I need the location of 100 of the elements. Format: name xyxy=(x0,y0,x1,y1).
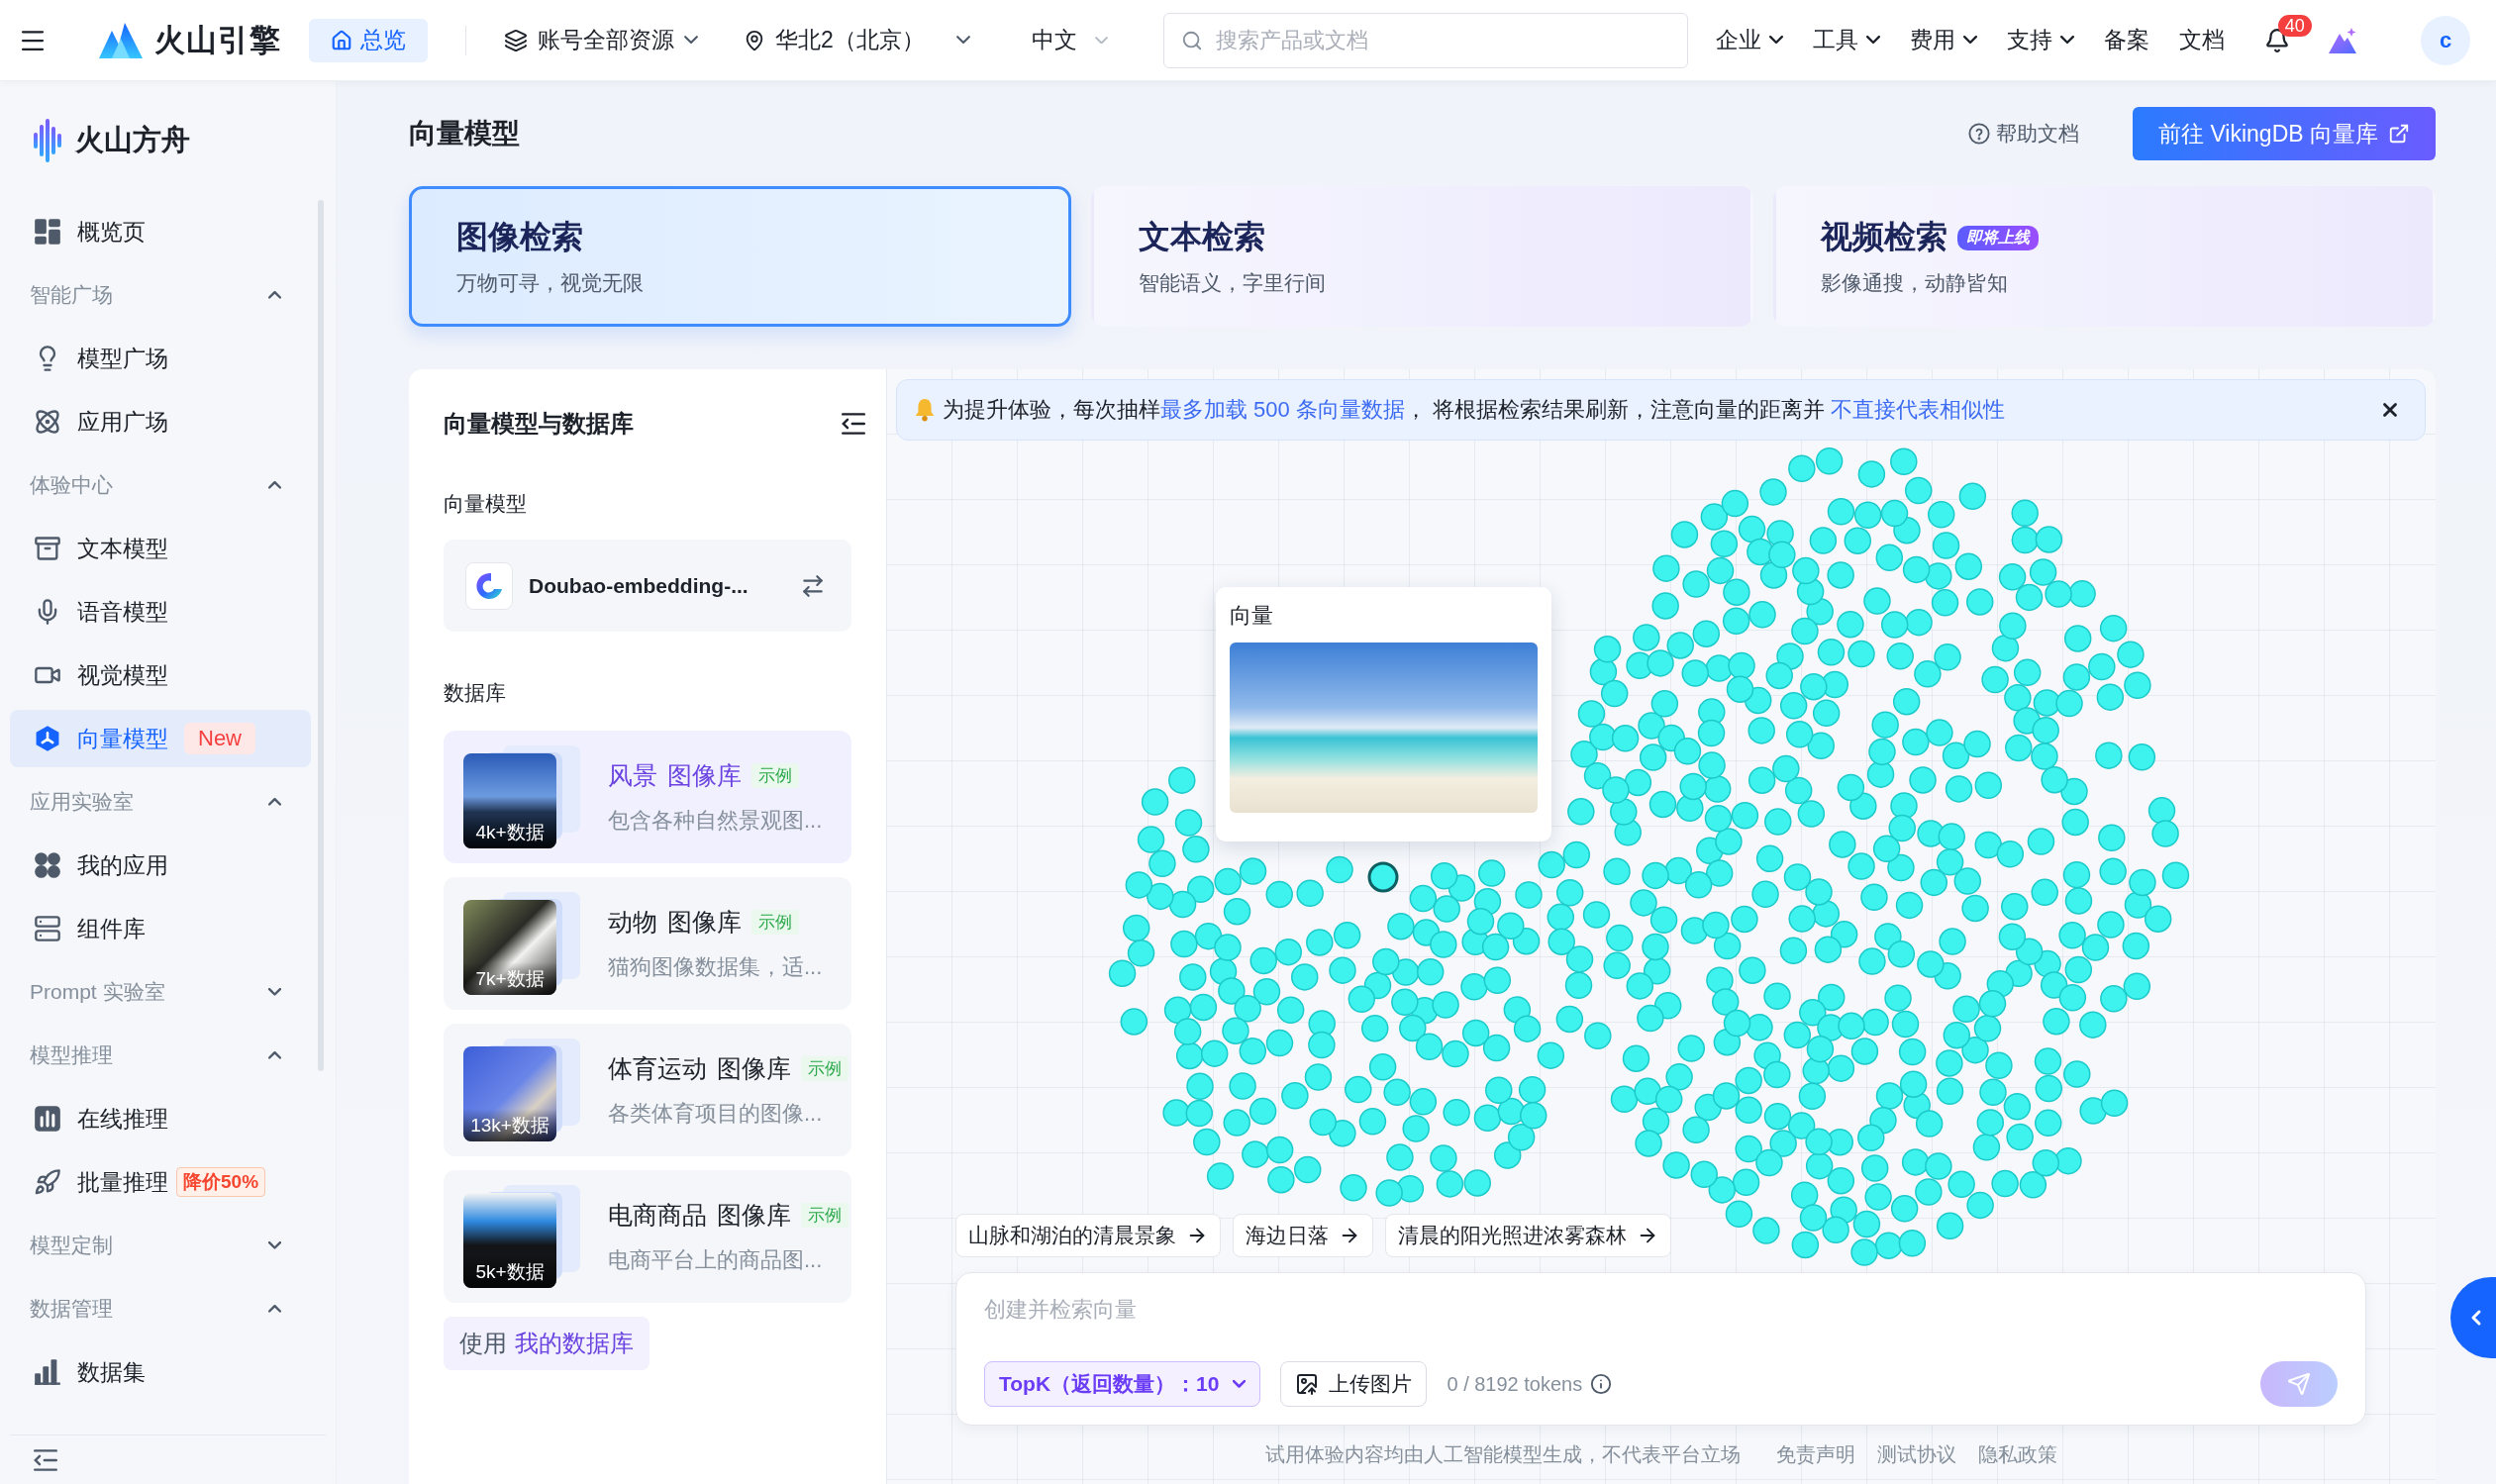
use-my-database-button[interactable]: 使用 我的数据库 xyxy=(444,1317,649,1370)
search-mode-card[interactable]: 图像检索 万物可寻，视觉无限 xyxy=(409,186,1071,327)
database-name: 电商商品 xyxy=(608,1199,707,1231)
database-description: 各类体育项目的图像... xyxy=(608,1099,823,1128)
search-mode-card[interactable]: 文本检索 智能语义，字里行间 xyxy=(1091,186,1753,327)
sidebar-item[interactable]: 语音模型 xyxy=(10,583,311,641)
page-title: 向量模型 xyxy=(409,117,520,150)
chevron-down-icon xyxy=(955,36,970,45)
home-icon xyxy=(331,29,352,51)
top-menu-dropdown[interactable]: 企业 xyxy=(1715,25,1783,55)
sidebar-scrollbar[interactable] xyxy=(318,200,324,1071)
vikingdb-button[interactable]: 前往 VikingDB 向量库 xyxy=(2133,107,2436,160)
account-scope-dropdown[interactable]: 账号全部资源 xyxy=(504,25,698,55)
sidebar-item[interactable]: 数据集 xyxy=(10,1343,311,1401)
query-input[interactable]: 创建并检索向量 xyxy=(984,1293,1578,1327)
database-card[interactable]: 4k+数据 风景 图像库 示例 包含各种自然景观图... xyxy=(444,731,851,863)
database-card[interactable]: 7k+数据 动物 图像库 示例 猫狗图像数据集，适... xyxy=(444,877,851,1010)
sidebar-item[interactable]: 概览页 xyxy=(10,203,311,260)
archive-box-icon xyxy=(34,535,61,562)
sidebar-item[interactable]: 批量推理 降价50% xyxy=(10,1153,311,1211)
bar-chart-icon xyxy=(34,1105,61,1133)
disclaimer-note: 试用体验内容均由人工智能模型生成，不代表平台立场 xyxy=(1264,1442,1741,1467)
region-dropdown[interactable]: 华北2（北京） xyxy=(744,25,970,55)
swap-arrows-icon xyxy=(800,572,826,599)
help-docs-link[interactable]: 帮助文档 xyxy=(1968,120,2080,148)
layers-icon xyxy=(504,28,528,52)
database-name: 风景 xyxy=(608,759,657,791)
top-menu-dropdown[interactable]: 工具 xyxy=(1812,25,1880,55)
chevron-down-icon xyxy=(1768,36,1783,45)
search-icon xyxy=(1180,29,1203,51)
sidebar-item[interactable]: 在线推理 xyxy=(10,1090,311,1147)
database-type: 图像库 xyxy=(717,1199,791,1231)
user-avatar[interactable]: c xyxy=(2421,15,2470,65)
external-link-icon xyxy=(2388,123,2410,145)
sidebar-item[interactable]: 文本模型 xyxy=(10,520,311,577)
suggestion-chip[interactable]: 海边日落 xyxy=(1233,1214,1373,1257)
model-label: 向量模型 xyxy=(444,491,527,517)
suggestion-chip[interactable]: 山脉和湖泊的清晨景象 xyxy=(955,1214,1221,1257)
brand-name: 火山引擎 xyxy=(154,21,281,59)
panel-title: 向量模型与数据库 xyxy=(444,409,634,439)
atom-icon xyxy=(34,408,61,436)
language-dropdown[interactable]: 中文 xyxy=(1031,25,1108,55)
suggestion-chip[interactable]: 清晨的阳光照进浓雾森林 xyxy=(1385,1214,1671,1257)
model-selector[interactable]: Doubao-embedding-... xyxy=(444,540,851,632)
database-type: 图像库 xyxy=(717,1052,791,1084)
four-circles-icon xyxy=(34,851,61,879)
token-count: 0 / 8192 tokens xyxy=(1447,1372,1583,1396)
sidebar-item[interactable]: 模型广场 xyxy=(10,330,311,387)
collapse-sidebar-icon[interactable] xyxy=(34,1448,57,1471)
search-field[interactable]: 搜索产品或文档 xyxy=(1162,12,1688,68)
collapse-panel-icon[interactable] xyxy=(842,413,865,435)
mode-subtitle: 万物可寻，视觉无限 xyxy=(456,270,645,296)
top-menu-dropdown[interactable]: 支持 xyxy=(2006,25,2074,55)
server-icon xyxy=(34,915,61,942)
chevron-down-icon xyxy=(2059,36,2074,45)
chevron-down-icon xyxy=(1962,36,1977,45)
top-menu-link[interactable]: 备案 xyxy=(2103,25,2149,55)
database-label: 数据库 xyxy=(444,680,506,706)
sidebar-item[interactable]: 组件库 xyxy=(10,900,311,957)
example-tag: 示例 xyxy=(801,1055,849,1081)
database-description: 猫狗图像数据集，适... xyxy=(608,952,823,981)
dashboard-icon xyxy=(34,218,61,246)
discount-tag: 降价50% xyxy=(176,1167,266,1197)
top-menu-dropdown[interactable]: 费用 xyxy=(1909,25,1977,55)
search-mode-card[interactable]: 视频检索 即将上线 影像通搜，动静皆知 xyxy=(1773,186,2436,327)
expand-panel-tab[interactable] xyxy=(2450,1277,2496,1358)
sparkle-mountain-icon[interactable] xyxy=(2327,26,2357,54)
selected-point-marker[interactable] xyxy=(1367,861,1399,893)
example-tag: 示例 xyxy=(801,1202,849,1228)
database-name: 动物 xyxy=(608,906,657,938)
overview-tab[interactable]: 总览 xyxy=(309,18,428,62)
database-card[interactable]: 5k+数据 电商商品 图像库 示例 电商平台上的商品图... xyxy=(444,1170,851,1303)
database-description: 电商平台上的商品图... xyxy=(608,1245,823,1274)
sidebar-item[interactable]: 我的应用 xyxy=(10,837,311,894)
coming-soon-tag: 即将上线 xyxy=(1957,225,2039,250)
mode-title: 文本检索 xyxy=(1139,218,1265,256)
data-count: 4k+数据 xyxy=(463,816,556,848)
sound-bars-logo-icon xyxy=(34,119,61,162)
example-tag: 示例 xyxy=(751,909,799,935)
example-tag: 示例 xyxy=(751,762,799,788)
mode-title: 视频检索 xyxy=(1821,218,1947,256)
database-card[interactable]: 13k+数据 体育运动 图像库 示例 各类体育项目的图像... xyxy=(444,1024,851,1156)
database-name: 体育运动 xyxy=(608,1052,707,1084)
sidebar-item[interactable]: 应用广场 xyxy=(10,393,311,450)
chevron-down-icon xyxy=(1865,36,1880,45)
peaks-logo-icon xyxy=(99,22,143,58)
tooltip-title: 向量 xyxy=(1230,602,1273,630)
info-icon xyxy=(1590,1373,1613,1395)
chevron-down-icon xyxy=(1233,1380,1247,1388)
upload-image-button[interactable]: 上传图片 xyxy=(1280,1361,1428,1407)
product-name: 火山方舟 xyxy=(75,123,190,157)
top-menu-link[interactable]: 文档 xyxy=(2178,25,2225,55)
sidebar-item[interactable]: 向量模型 New xyxy=(10,710,311,767)
hexagon-icon xyxy=(34,725,61,752)
bell-emoji-icon xyxy=(915,398,935,422)
topk-select[interactable]: TopK（返回数量）：10 xyxy=(984,1361,1261,1407)
model-logo-icon xyxy=(465,561,513,610)
help-icon xyxy=(1968,123,1991,145)
sidebar-item[interactable]: 视觉模型 xyxy=(10,646,311,704)
chevron-down-icon xyxy=(684,36,698,45)
